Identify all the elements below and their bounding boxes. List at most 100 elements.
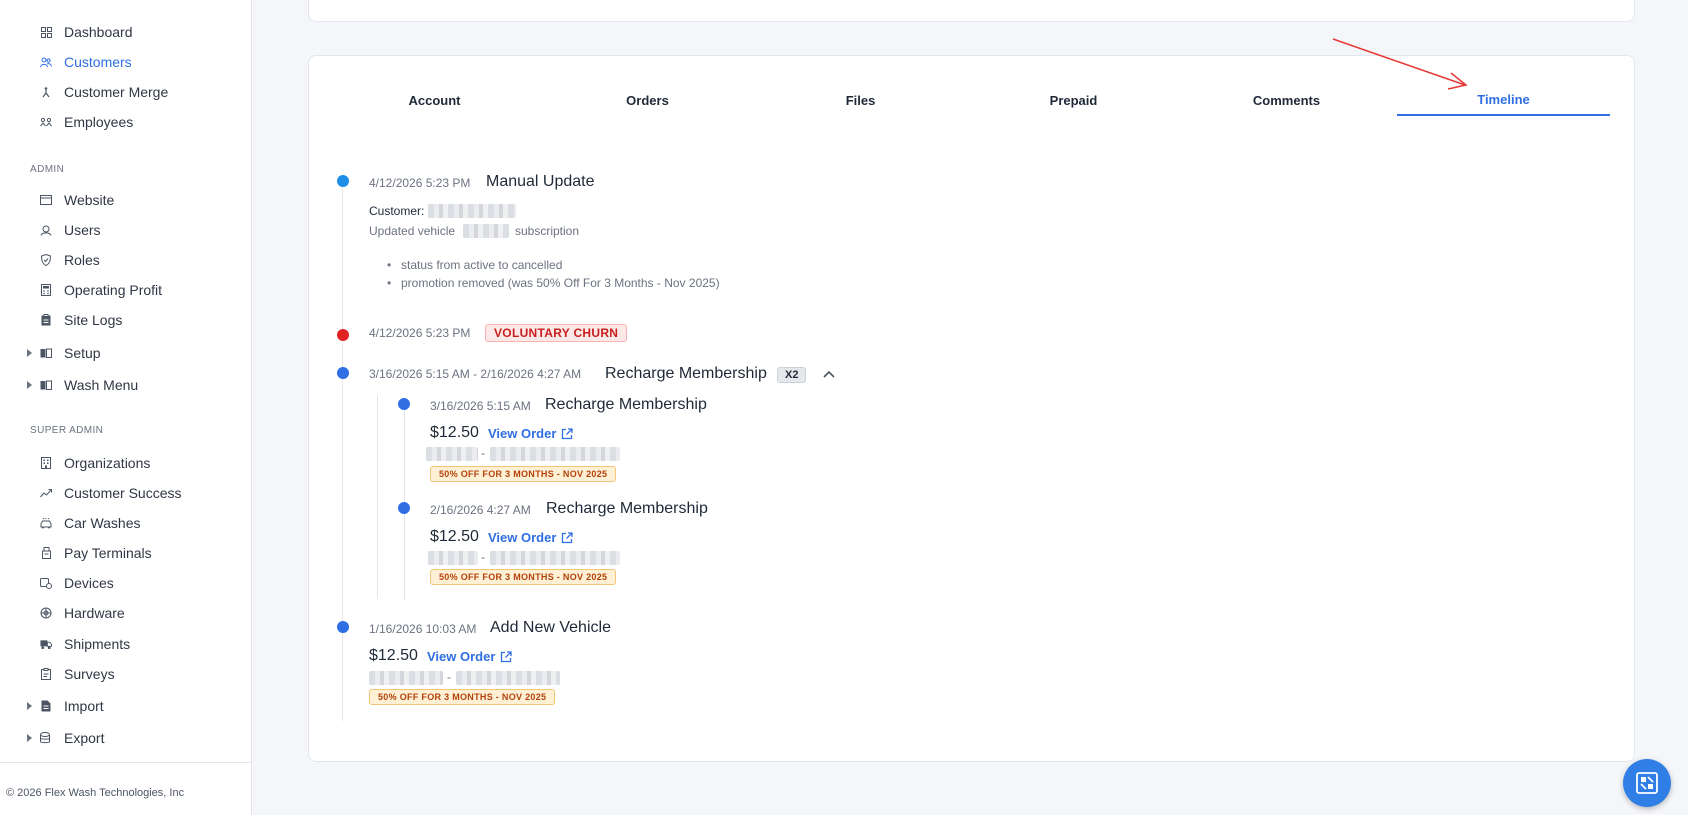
sidebar-item-label: Customer Success	[64, 485, 182, 501]
separator: -	[481, 550, 485, 564]
redacted-vehicle	[463, 224, 509, 238]
promo-badge: 50% OFF FOR 3 MONTHS - NOV 2025	[430, 466, 617, 482]
order-price: $12.50	[430, 528, 479, 545]
dashboard-icon	[40, 26, 52, 38]
order-price: $12.50	[369, 647, 418, 664]
merge-icon	[40, 86, 52, 98]
sidebar-item-hardware[interactable]: Hardware	[0, 600, 252, 626]
truck-icon	[40, 638, 52, 650]
employees-icon	[40, 116, 52, 128]
sidebar-item-label: Dashboard	[64, 24, 133, 40]
sidebar-item-dashboard[interactable]: Dashboard	[0, 19, 252, 45]
expand-caret-icon[interactable]	[27, 734, 32, 742]
book-icon	[40, 347, 52, 359]
view-order-link[interactable]: View Order	[427, 649, 513, 664]
sidebar-item-customers[interactable]: Customers	[0, 49, 252, 75]
section-label-admin: ADMIN	[30, 164, 65, 175]
event-title: Manual Update	[486, 173, 595, 190]
event-title: Add New Vehicle	[490, 619, 611, 636]
sidebar-item-label: Customers	[64, 54, 132, 70]
sidebar-item-label: Website	[64, 192, 115, 208]
change-list-item: status from active to cancelled	[387, 258, 562, 272]
event-timestamp: 3/16/2026 5:15 AM - 2/16/2026 4:27 AM	[369, 367, 582, 381]
sidebar-item-label: Users	[64, 222, 101, 238]
sidebar-item-organizations[interactable]: Organizations	[0, 450, 252, 476]
redacted-vehicle-info	[426, 447, 478, 461]
sidebar-item-export[interactable]: Export	[0, 725, 252, 751]
sidebar-item-employees[interactable]: Employees	[0, 109, 252, 135]
external-link-icon	[562, 531, 574, 543]
sidebar-item-label: Devices	[64, 575, 114, 591]
customer-label: Customer:	[369, 204, 425, 218]
timeline-dot	[398, 398, 410, 410]
sidebar-item-shipments[interactable]: Shipments	[0, 631, 252, 657]
timeline-dot	[337, 621, 349, 633]
sidebar-item-wash-menu[interactable]: Wash Menu	[0, 372, 252, 398]
sidebar-item-label: Organizations	[64, 455, 151, 471]
sidebar-item-roles[interactable]: Roles	[0, 247, 252, 273]
order-price: $12.50	[430, 424, 479, 441]
sidebar-item-operating-profit[interactable]: Operating Profit	[0, 277, 252, 303]
promo-badge: 50% OFF FOR 3 MONTHS - NOV 2025	[430, 569, 617, 585]
sidebar-item-label: Car Washes	[64, 515, 141, 531]
event-title: Recharge Membership	[545, 396, 707, 413]
sidebar-item-website[interactable]: Website	[0, 187, 252, 213]
copyright-text: © 2026 Flex Wash Technologies, Inc	[6, 787, 185, 799]
help-chat-button[interactable]	[1623, 759, 1671, 807]
import-icon	[40, 700, 52, 712]
external-link-icon	[562, 427, 574, 439]
sidebar-item-label: Export	[64, 730, 105, 746]
expand-caret-icon[interactable]	[27, 349, 32, 357]
collapse-chevron-icon[interactable]	[822, 369, 836, 379]
sidebar-item-label: Operating Profit	[64, 282, 163, 298]
view-order-link[interactable]: View Order	[488, 530, 574, 545]
expand-caret-icon[interactable]	[27, 702, 32, 710]
sidebar-item-label: Shipments	[64, 636, 131, 652]
view-order-label: View Order	[427, 649, 496, 664]
survey-icon	[40, 668, 52, 680]
event-timestamp: 1/16/2026 10:03 AM	[369, 622, 477, 636]
sidebar-item-label: Customer Merge	[64, 84, 169, 100]
expand-caret-icon[interactable]	[27, 381, 32, 389]
sidebar-item-setup[interactable]: Setup	[0, 340, 252, 366]
export-icon	[40, 732, 52, 744]
view-order-label: View Order	[488, 530, 557, 545]
users-icon	[40, 224, 52, 236]
tab-account[interactable]: Account	[328, 84, 541, 116]
timeline-dot	[337, 329, 349, 341]
count-badge: X2	[777, 367, 807, 383]
clipboard-icon	[40, 314, 52, 326]
sidebar-item-devices[interactable]: Devices	[0, 570, 252, 596]
sidebar-item-surveys[interactable]: Surveys	[0, 661, 252, 687]
website-icon	[40, 194, 52, 206]
timeline-rail	[342, 183, 343, 721]
redacted-plan-info	[456, 671, 560, 685]
tab-prepaid[interactable]: Prepaid	[967, 84, 1180, 116]
view-order-link[interactable]: View Order	[488, 426, 574, 441]
redacted-plan-info	[490, 447, 620, 461]
sidebar-item-label: Pay Terminals	[64, 545, 152, 561]
hardware-icon	[40, 607, 52, 619]
sidebar-item-label: Roles	[64, 252, 100, 268]
sidebar-item-pay-terminals[interactable]: Pay Terminals	[0, 540, 252, 566]
event-timestamp: 4/12/2026 5:23 PM	[369, 326, 471, 340]
sidebar-item-label: Import	[64, 698, 104, 714]
section-label-super-admin: SUPER ADMIN	[30, 425, 104, 436]
previous-card	[308, 0, 1635, 22]
car-icon	[40, 517, 52, 529]
annotation-arrow	[1332, 38, 1468, 90]
tab-files[interactable]: Files	[754, 84, 967, 116]
book-icon	[40, 379, 52, 391]
sidebar: Dashboard Customers Customer Merge Emplo…	[0, 0, 252, 815]
building-icon	[40, 457, 52, 469]
sidebar-item-site-logs[interactable]: Site Logs	[0, 307, 252, 333]
sidebar-item-car-washes[interactable]: Car Washes	[0, 510, 252, 536]
sidebar-item-customer-merge[interactable]: Customer Merge	[0, 79, 252, 105]
customers-icon	[40, 56, 52, 68]
terminal-icon	[40, 547, 52, 559]
calculator-icon	[40, 284, 52, 296]
sidebar-item-customer-success[interactable]: Customer Success	[0, 480, 252, 506]
sidebar-item-users[interactable]: Users	[0, 217, 252, 243]
tab-orders[interactable]: Orders	[541, 84, 754, 116]
sidebar-item-import[interactable]: Import	[0, 693, 252, 719]
